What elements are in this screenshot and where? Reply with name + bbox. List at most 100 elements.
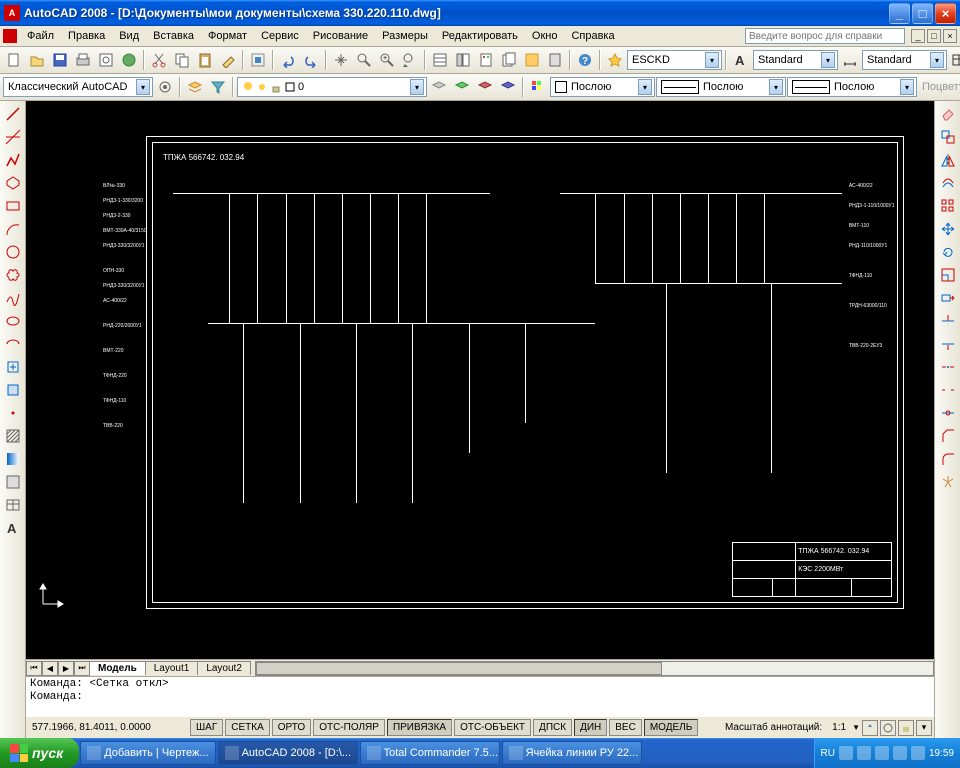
taskbar-item-4[interactable]: Ячейка линии РУ 22...: [502, 741, 642, 765]
start-button[interactable]: пуск: [0, 738, 79, 768]
annotation-scale-value[interactable]: 1:1: [828, 722, 850, 733]
pan-button[interactable]: [330, 49, 352, 71]
copy-button[interactable]: [171, 49, 193, 71]
layer-combo[interactable]: 0▾: [237, 77, 427, 97]
color-combo[interactable]: Послою▾: [550, 77, 655, 97]
workspace-combo[interactable]: Классический AutoCAD▾: [3, 77, 153, 97]
layer-filter-button[interactable]: [207, 76, 229, 98]
layer-properties-button[interactable]: [184, 76, 206, 98]
offset-tool[interactable]: [937, 172, 959, 194]
menu-modify[interactable]: Редактировать: [436, 28, 524, 44]
ducs-toggle[interactable]: ДПСК: [533, 719, 572, 736]
tab-model[interactable]: Модель: [89, 661, 146, 675]
tray-volume-icon[interactable]: [893, 746, 907, 760]
hatch-tool[interactable]: [2, 425, 24, 447]
text-style-combo[interactable]: Standard▾: [753, 50, 838, 70]
tray-network-icon[interactable]: [911, 746, 925, 760]
erase-tool[interactable]: [937, 103, 959, 125]
color-control-icon[interactable]: [527, 76, 549, 98]
mtext-tool[interactable]: A: [2, 517, 24, 539]
design-center-button[interactable]: [452, 49, 474, 71]
taskbar-item-1[interactable]: Добавить | Чертеж...: [80, 741, 215, 765]
revision-cloud-tool[interactable]: [2, 264, 24, 286]
tab-prev-button[interactable]: ◀: [42, 661, 58, 676]
horizontal-scrollbar[interactable]: [255, 661, 934, 676]
tool-palettes-button[interactable]: [475, 49, 497, 71]
save-button[interactable]: [49, 49, 71, 71]
point-tool[interactable]: [2, 402, 24, 424]
table-style-icon[interactable]: [948, 49, 960, 71]
zoom-realtime-button[interactable]: [353, 49, 375, 71]
table-tool[interactable]: [2, 494, 24, 516]
menu-view[interactable]: Вид: [113, 28, 145, 44]
taskbar-item-3[interactable]: Total Commander 7.5...: [360, 741, 500, 765]
match-properties-button[interactable]: [217, 49, 239, 71]
model-toggle[interactable]: МОДЕЛЬ: [644, 719, 698, 736]
plot-button[interactable]: [72, 49, 94, 71]
sheet-set-manager-button[interactable]: [498, 49, 520, 71]
redo-button[interactable]: [300, 49, 322, 71]
lwt-toggle[interactable]: ВЕС: [609, 719, 642, 736]
gradient-tool[interactable]: [2, 448, 24, 470]
new-button[interactable]: [3, 49, 25, 71]
menu-file[interactable]: Файл: [21, 28, 60, 44]
construction-line-tool[interactable]: [2, 126, 24, 148]
grid-toggle[interactable]: СЕТКА: [225, 719, 270, 736]
mdi-restore-button[interactable]: □: [927, 29, 941, 43]
mirror-tool[interactable]: [937, 149, 959, 171]
extend-tool[interactable]: [937, 333, 959, 355]
system-tray[interactable]: RU 19:59: [814, 738, 960, 768]
dim-style-combo[interactable]: Standard▾: [862, 50, 947, 70]
menu-edit[interactable]: Правка: [62, 28, 111, 44]
block-editor-button[interactable]: [247, 49, 269, 71]
open-button[interactable]: [26, 49, 48, 71]
spline-tool[interactable]: [2, 287, 24, 309]
chamfer-tool[interactable]: [937, 425, 959, 447]
mdi-close-button[interactable]: ×: [943, 29, 957, 43]
lineweight-combo[interactable]: Послою▾: [787, 77, 917, 97]
line-tool[interactable]: [2, 103, 24, 125]
undo-button[interactable]: [277, 49, 299, 71]
status-lock-icon[interactable]: [898, 720, 914, 736]
window-maximize-button[interactable]: □: [912, 3, 933, 24]
linetype-combo[interactable]: Послою▾: [656, 77, 786, 97]
layer-match-button[interactable]: [497, 76, 519, 98]
menu-dimensions[interactable]: Размеры: [376, 28, 434, 44]
paste-button[interactable]: [194, 49, 216, 71]
tab-layout2[interactable]: Layout2: [197, 661, 251, 675]
array-tool[interactable]: [937, 195, 959, 217]
ellipse-arc-tool[interactable]: [2, 333, 24, 355]
circle-tool[interactable]: [2, 241, 24, 263]
scale-tool[interactable]: [937, 264, 959, 286]
menu-draw[interactable]: Рисование: [307, 28, 374, 44]
tray-icon[interactable]: [857, 746, 871, 760]
layer-iso-button[interactable]: [474, 76, 496, 98]
snap-toggle[interactable]: ШАГ: [190, 719, 223, 736]
help-icon[interactable]: ?: [574, 49, 596, 71]
annotation-autoscale-button[interactable]: [880, 720, 896, 736]
quick-calc-button[interactable]: [544, 49, 566, 71]
tab-first-button[interactable]: ⏮: [26, 661, 42, 676]
osnap-toggle[interactable]: ПРИВЯЗКА: [387, 719, 452, 736]
polar-toggle[interactable]: ОТС-ПОЛЯР: [313, 719, 385, 736]
standards-combo[interactable]: ESCKD▾: [627, 50, 722, 70]
break-tool[interactable]: [937, 379, 959, 401]
markup-set-manager-button[interactable]: [521, 49, 543, 71]
otrack-toggle[interactable]: ОТС-ОБЪЕКТ: [454, 719, 531, 736]
workspace-settings-button[interactable]: [154, 76, 176, 98]
move-tool[interactable]: [937, 218, 959, 240]
region-tool[interactable]: [2, 471, 24, 493]
copy-tool[interactable]: [937, 126, 959, 148]
status-tray-icon[interactable]: ▾: [916, 720, 932, 736]
rectangle-tool[interactable]: [2, 195, 24, 217]
join-tool[interactable]: [937, 402, 959, 424]
polyline-tool[interactable]: [2, 149, 24, 171]
polygon-tool[interactable]: [2, 172, 24, 194]
text-style-icon[interactable]: A: [730, 49, 752, 71]
explode-tool[interactable]: [937, 471, 959, 493]
dyn-toggle[interactable]: ДИН: [574, 719, 607, 736]
menu-help[interactable]: Справка: [565, 28, 620, 44]
chevron-down-icon[interactable]: ▼: [852, 723, 860, 732]
window-close-button[interactable]: ×: [935, 3, 956, 24]
annotation-visibility-button[interactable]: [862, 720, 878, 736]
